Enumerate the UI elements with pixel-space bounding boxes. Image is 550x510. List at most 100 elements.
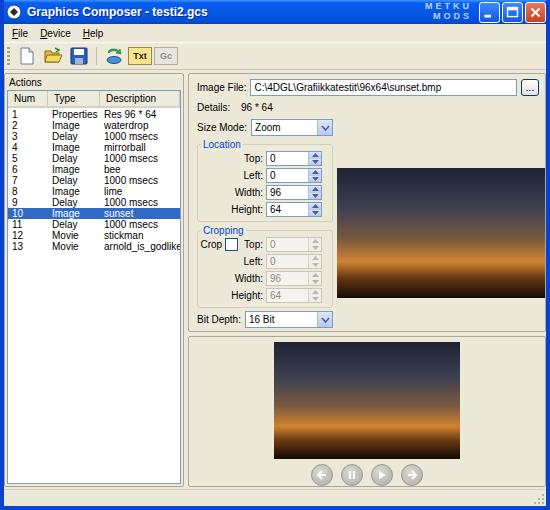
close-button[interactable] [525, 2, 546, 23]
column-header[interactable]: Num [8, 91, 48, 106]
arrow-up-icon [312, 239, 319, 243]
browse-button[interactable]: ... [521, 79, 539, 96]
maximize-button[interactable] [502, 2, 523, 23]
pause-icon [346, 469, 358, 481]
spinner[interactable]: 0 [266, 151, 322, 166]
spin-down-button[interactable] [308, 296, 321, 303]
arrow-down-icon [312, 211, 319, 215]
action-row[interactable]: 7 Delay 1000 msecs [8, 175, 180, 186]
spinner[interactable]: 0 [266, 254, 322, 269]
dropdown-button[interactable] [317, 312, 332, 327]
bit-depth-dropdown[interactable]: 16 Bit [245, 311, 333, 328]
description-cell: lime [100, 186, 180, 197]
spinner[interactable]: 64 [266, 202, 322, 217]
field-label: Width: [235, 273, 263, 284]
field-label: Left: [244, 256, 263, 267]
spinner[interactable]: 0 [266, 168, 322, 183]
spin-down-button[interactable] [308, 193, 321, 200]
spinner-value: 0 [267, 152, 308, 165]
type-cell: Delay [48, 131, 100, 142]
close-icon [526, 3, 545, 22]
title-bar: Graphics Composer - testi2.gcs METKU MOD… [0, 0, 550, 24]
spinner[interactable]: 96 [266, 185, 322, 200]
toolbar-grip[interactable] [7, 47, 10, 65]
text-tool-button[interactable]: Txt [128, 45, 152, 68]
action-row[interactable]: 1 Properties Res 96 * 64 [8, 109, 180, 120]
main-area: Actions NumTypeDescription 1 Properties … [4, 70, 546, 489]
player-button[interactable] [341, 464, 363, 486]
player-button[interactable] [371, 464, 393, 486]
action-row[interactable]: 12 Movie stickman [8, 230, 180, 241]
new-button[interactable] [15, 45, 39, 68]
action-row[interactable]: 11 Delay 1000 msecs [8, 219, 180, 230]
player-button[interactable] [401, 464, 423, 486]
spin-down-button[interactable] [308, 159, 321, 166]
window-title: Graphics Composer - testi2.gcs [27, 5, 208, 19]
action-row[interactable]: 2 Image waterdrop [8, 120, 180, 131]
player-button[interactable] [311, 464, 333, 486]
spinner[interactable]: 64 [266, 288, 322, 303]
menu-item[interactable]: Help [77, 28, 110, 39]
spinner-value: 0 [267, 238, 308, 251]
spinner-value: 96 [267, 186, 308, 199]
details-row: Details: 96 * 64 [197, 99, 545, 116]
column-header[interactable]: Type [48, 91, 100, 106]
minimize-button[interactable] [479, 2, 500, 23]
floppy-icon [69, 46, 89, 66]
location-title: Location [201, 139, 243, 150]
spin-down-button[interactable] [308, 245, 321, 252]
crop-checkbox[interactable] [225, 238, 238, 251]
actions-title: Actions [5, 74, 183, 90]
actions-list[interactable]: NumTypeDescription 1 Properties Res 96 *… [7, 90, 181, 484]
arrow-down-icon [312, 177, 319, 181]
action-row[interactable]: 5 Delay 1000 msecs [8, 153, 180, 164]
num-cell: 11 [8, 219, 48, 230]
menu-bar: FileDeviceHelp [4, 24, 546, 42]
size-grip-icon[interactable] [533, 493, 545, 505]
save-button[interactable] [67, 45, 91, 68]
action-row[interactable]: 3 Delay 1000 msecs [8, 131, 180, 142]
action-row[interactable]: 9 Delay 1000 msecs [8, 197, 180, 208]
size-mode-dropdown[interactable]: Zoom [251, 119, 333, 136]
field-label: Top: [244, 239, 263, 250]
num-cell: 6 [8, 164, 48, 175]
type-cell: Delay [48, 219, 100, 230]
spin-down-button[interactable] [308, 279, 321, 286]
watermark: METKU MODS [425, 1, 472, 21]
column-header[interactable]: Description [100, 91, 180, 106]
action-row[interactable]: 4 Image mirrorball [8, 142, 180, 153]
device-button[interactable] [102, 45, 126, 68]
spin-down-button[interactable] [308, 176, 321, 183]
action-row[interactable]: 13 Movie arnold_is_godlike [8, 241, 180, 252]
description-cell: 1000 msecs [100, 153, 180, 164]
action-row[interactable]: 8 Image lime [8, 186, 180, 197]
field-label: Height: [231, 204, 263, 215]
text-tool-label: Txt [128, 47, 152, 65]
spin-down-button[interactable] [308, 262, 321, 269]
spin-down-button[interactable] [308, 210, 321, 217]
description-cell: 1000 msecs [100, 131, 180, 142]
actions-pane: Actions NumTypeDescription 1 Properties … [4, 73, 184, 487]
spinner[interactable]: 96 [266, 271, 322, 286]
image-file-input[interactable]: C:\4DGL\Grafiikkatestit\96x64\sunset.bmp [250, 79, 517, 96]
field-label: Height: [231, 290, 263, 301]
location-row: Width: 96 [201, 184, 329, 201]
menu-item[interactable]: Device [34, 28, 77, 39]
action-row[interactable]: 10 Image sunset [8, 208, 180, 219]
type-cell: Image [48, 186, 100, 197]
app-icon [6, 4, 22, 20]
text-tool-button[interactable]: Gc [154, 45, 178, 68]
image-file-label: Image File: [197, 82, 246, 93]
bit-depth-value: 16 Bit [246, 312, 317, 327]
arrow-up-icon [312, 170, 319, 174]
app-window: Graphics Composer - testi2.gcs METKU MOD… [0, 0, 550, 510]
open-button[interactable] [41, 45, 65, 68]
description-cell: 1000 msecs [100, 175, 180, 186]
menu-item[interactable]: File [6, 28, 34, 39]
dropdown-button[interactable] [317, 120, 332, 135]
spinner[interactable]: 0 [266, 237, 322, 252]
action-row[interactable]: 6 Image bee [8, 164, 180, 175]
arrow-down-icon [312, 246, 319, 250]
preview-panel [188, 336, 546, 487]
type-cell: Image [48, 142, 100, 153]
